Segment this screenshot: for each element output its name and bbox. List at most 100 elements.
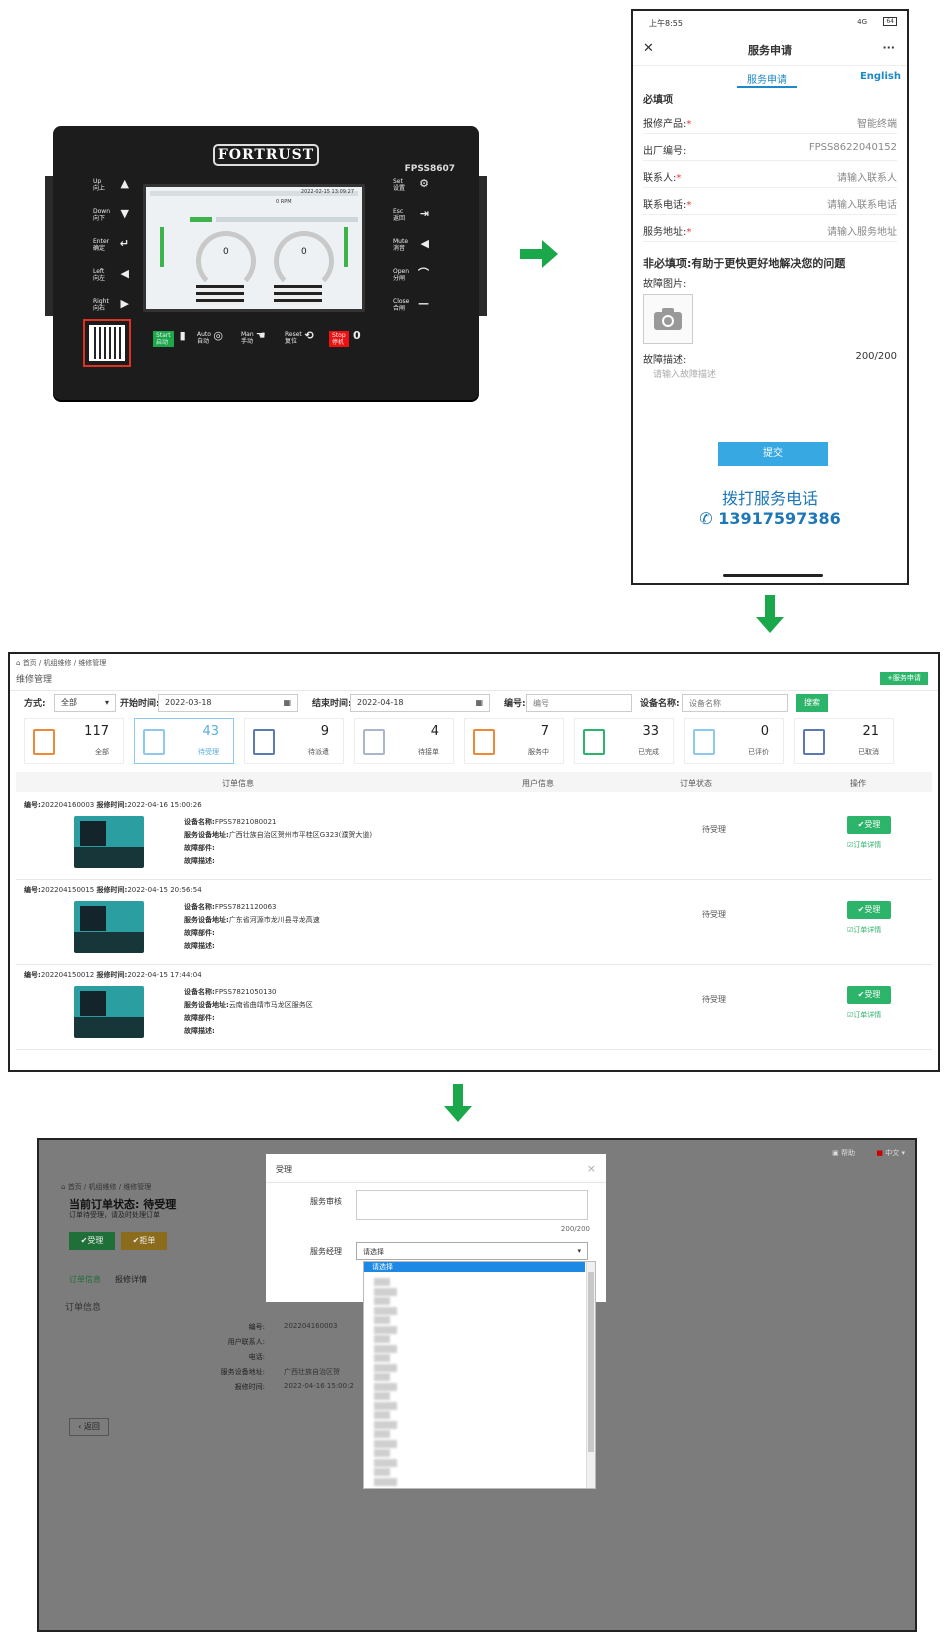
mode-select[interactable]: 全部 ▾ <box>54 694 116 712</box>
stat-card[interactable]: 117 全部 <box>24 718 124 764</box>
key-stop[interactable]: Stop 停机 0 <box>329 330 361 347</box>
tab-order-info[interactable]: 订单信息 <box>69 1274 101 1285</box>
dropdown-option[interactable] <box>374 1335 390 1343</box>
key-down[interactable]: Down 向下 ▼ <box>93 208 129 226</box>
order-detail-link[interactable]: ☑订单详情 <box>847 1010 881 1020</box>
accept-button[interactable]: ✔受理 <box>847 901 891 919</box>
form-field[interactable]: 服务地址:* 请输入服务地址 <box>643 223 897 238</box>
search-button[interactable]: 搜索 <box>796 694 828 712</box>
dropdown-option[interactable] <box>374 1325 397 1334</box>
key-set[interactable]: Set 设置 ⚙ <box>393 178 429 196</box>
help-label: 帮助 <box>841 1149 855 1157</box>
review-textarea[interactable] <box>356 1190 588 1220</box>
dropdown-option[interactable] <box>374 1401 397 1410</box>
new-service-button[interactable]: +服务申请 <box>880 672 928 685</box>
dropdown-option[interactable] <box>374 1477 397 1486</box>
language-select[interactable]: ■ 中文 ▾ <box>876 1148 905 1158</box>
service-phone[interactable]: ✆ 13917597386 <box>633 509 907 528</box>
field-value[interactable]: 智能终端 <box>857 115 897 130</box>
camera-icon[interactable] <box>643 294 693 344</box>
dropdown-option[interactable] <box>374 1411 390 1419</box>
dropdown-option[interactable] <box>374 1373 390 1381</box>
dropdown-option[interactable] <box>374 1382 397 1391</box>
field-value[interactable]: 请输入服务地址 <box>827 223 897 238</box>
more-icon[interactable]: ··· <box>882 41 895 54</box>
field-value[interactable]: FPSS8622040152 <box>809 142 897 153</box>
key-reset[interactable]: Reset 复位 ⟲ <box>285 330 314 347</box>
dropdown-option[interactable] <box>374 1287 397 1296</box>
form-field[interactable]: 出厂编号: FPSS8622040152 <box>643 142 897 157</box>
reject-button[interactable]: ✔拒单 <box>121 1232 167 1250</box>
key-open[interactable]: Open 分闸 ⌒ <box>393 268 429 286</box>
stat-card[interactable]: 9 待派遣 <box>244 718 344 764</box>
code-input[interactable] <box>526 694 632 712</box>
manager-select[interactable]: 请选择 ▾ <box>356 1242 588 1260</box>
key-mute[interactable]: Mute 消音 ◀ <box>393 238 429 256</box>
stat-card[interactable]: 33 已完成 <box>574 718 674 764</box>
dropdown-option[interactable] <box>374 1420 397 1429</box>
dropdown-option[interactable] <box>374 1306 397 1315</box>
form-field[interactable]: 报修产品:* 智能终端 <box>643 115 897 130</box>
breadcrumb-maintenance[interactable]: 机组维修 <box>89 1183 117 1191</box>
key-man[interactable]: Man 手动 ☚ <box>241 330 266 347</box>
breadcrumb-maintenance[interactable]: 机组维修 <box>44 659 72 667</box>
stat-card[interactable]: 0 已评价 <box>684 718 784 764</box>
calendar-icon[interactable]: ▦ <box>283 698 291 708</box>
qr-code[interactable] <box>83 319 131 367</box>
order-detail-link[interactable]: ☑订单详情 <box>847 925 881 935</box>
dropdown-option[interactable] <box>374 1392 390 1400</box>
dropdown-option[interactable] <box>374 1354 390 1362</box>
device-input[interactable] <box>682 694 788 712</box>
dropdown-option[interactable] <box>374 1430 390 1438</box>
dropdown-option[interactable] <box>374 1363 397 1372</box>
help-link[interactable]: ▣ 帮助 <box>832 1148 855 1158</box>
breadcrumb-home[interactable]: 首页 <box>23 659 37 667</box>
key-right[interactable]: Right 向右 ▶ <box>93 298 129 316</box>
desc-input[interactable]: 请输入故障描述 <box>653 367 897 380</box>
stat-card[interactable]: 7 服务中 <box>464 718 564 764</box>
submit-button[interactable]: 提交 <box>718 442 828 466</box>
field-value[interactable]: 请输入联系人 <box>837 169 897 184</box>
accept-button[interactable]: ✔受理 <box>847 816 891 834</box>
key-up[interactable]: Up 向上 ▲ <box>93 178 129 196</box>
dropdown-option-selected[interactable]: 请选择 <box>364 1262 585 1272</box>
home-icon[interactable]: ⌂ <box>61 1183 65 1191</box>
manager-dropdown[interactable]: 请选择 <box>363 1261 596 1489</box>
dropdown-option[interactable] <box>374 1458 397 1467</box>
close-icon[interactable]: × <box>587 1162 596 1175</box>
home-icon[interactable]: ⌂ <box>16 659 20 667</box>
key-esc[interactable]: Esc 返回 ⇥ <box>393 208 429 226</box>
calendar-icon[interactable]: ▦ <box>475 698 483 708</box>
key-close[interactable]: Close 合闸 — <box>393 298 429 316</box>
dropdown-option[interactable] <box>374 1449 390 1457</box>
stat-card[interactable]: 21 已取消 <box>794 718 894 764</box>
end-date-input[interactable]: 2022-04-18 ▦ <box>350 694 490 712</box>
dropdown-option[interactable] <box>374 1297 390 1305</box>
stat-card[interactable]: 43 待受理 <box>134 718 234 764</box>
key-start[interactable]: Start 启动 ▮ <box>153 330 186 347</box>
back-button[interactable]: ‹ 返回 <box>69 1418 109 1436</box>
accept-button[interactable]: ✔受理 <box>69 1232 115 1250</box>
breadcrumb-home[interactable]: 首页 <box>68 1183 82 1191</box>
form-field[interactable]: 联系人:* 请输入联系人 <box>643 169 897 184</box>
dropdown-option[interactable] <box>374 1278 390 1286</box>
dropdown-option[interactable] <box>374 1468 390 1476</box>
tab-repair-detail[interactable]: 报修详情 <box>115 1274 147 1285</box>
dropdown-option[interactable] <box>374 1316 390 1324</box>
tab-service-request[interactable]: 服务申请 <box>737 71 797 88</box>
dropdown-scrollbar[interactable] <box>586 1262 595 1488</box>
repair-management-page: ⌂ 首页 / 机组维修 / 维修管理 维修管理 +服务申请 方式: 全部 ▾ 开始… <box>8 652 940 1072</box>
dropdown-option[interactable] <box>374 1344 397 1353</box>
key-left[interactable]: Left 向左 ◀ <box>93 268 129 286</box>
form-field[interactable]: 联系电话:* 请输入联系电话 <box>643 196 897 211</box>
field-value[interactable]: 请输入联系电话 <box>827 196 897 211</box>
key-enter[interactable]: Enter 确定 ↵ <box>93 238 129 256</box>
key-auto[interactable]: Auto 自动 ◎ <box>197 330 223 347</box>
start-date-input[interactable]: 2022-03-18 ▦ <box>158 694 298 712</box>
order-detail-link[interactable]: ☑订单详情 <box>847 840 881 850</box>
dropdown-option[interactable] <box>374 1439 397 1448</box>
accept-button[interactable]: ✔受理 <box>847 986 891 1004</box>
tab-english[interactable]: English <box>860 71 901 82</box>
stat-card[interactable]: 4 待接单 <box>354 718 454 764</box>
call-service-link[interactable]: 拨打服务电话 <box>633 485 907 509</box>
